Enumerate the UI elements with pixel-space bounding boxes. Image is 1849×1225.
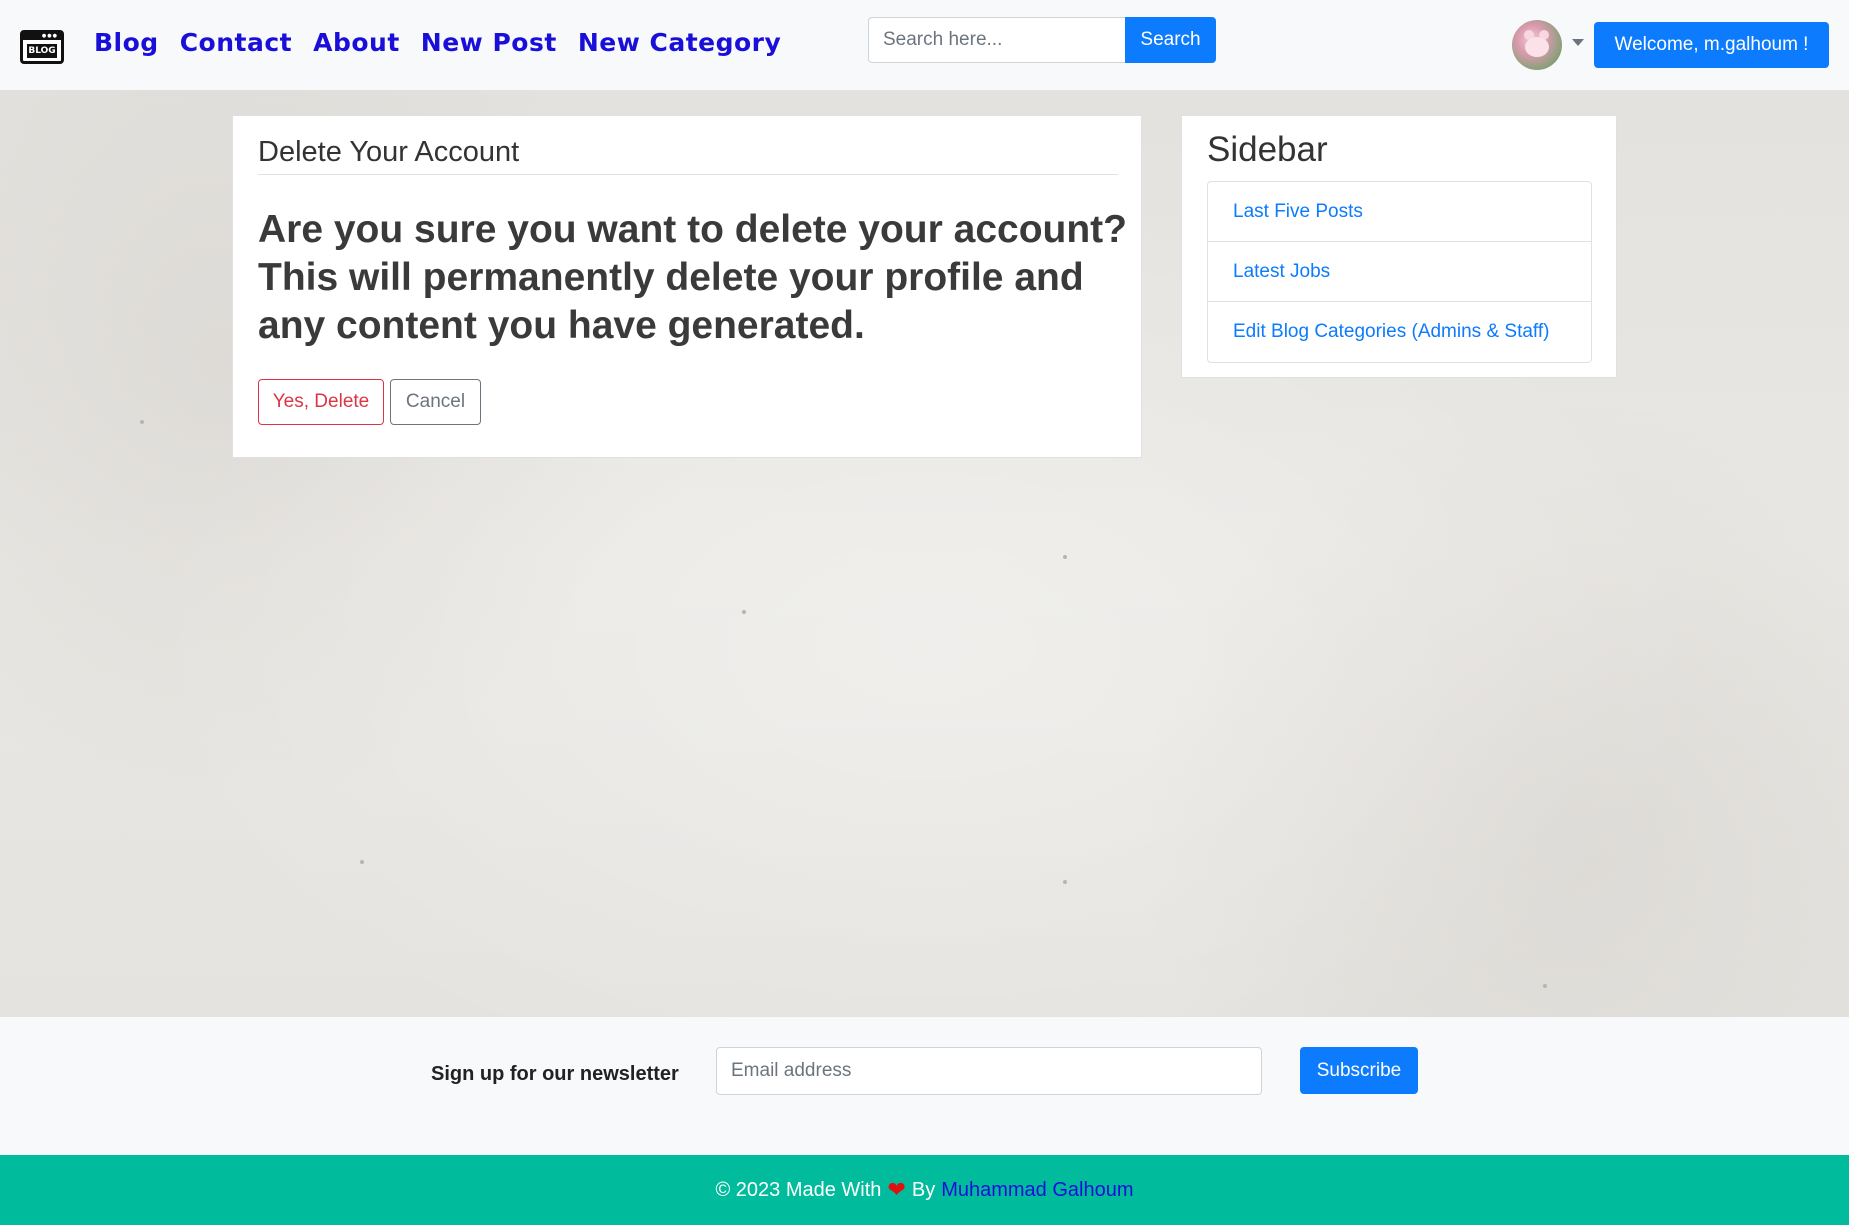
background-speck — [140, 420, 144, 424]
footer-copyright: © 2023 Made With — [715, 1178, 882, 1201]
nav-link-new-post[interactable]: New Post — [421, 28, 557, 57]
logo-titlebar: ●●● — [23, 33, 61, 40]
blog-logo-icon[interactable]: ●●● BLOG — [20, 30, 64, 64]
navbar: ●●● BLOG Blog Contact About New Post New… — [0, 0, 1849, 90]
newsletter-label: Sign up for our newsletter — [431, 1063, 679, 1085]
search-form: Search — [868, 17, 1216, 63]
background-speck — [1063, 880, 1067, 884]
background-speck — [1543, 984, 1547, 988]
sidebar-item-latest-jobs[interactable]: Latest Jobs — [1208, 242, 1591, 302]
avatar-face — [1525, 37, 1549, 57]
chevron-down-icon[interactable] — [1572, 39, 1584, 46]
heart-icon: ❤ — [887, 1177, 906, 1202]
background-speck — [1063, 555, 1067, 559]
nav-link-contact[interactable]: Contact — [180, 28, 292, 57]
avatar[interactable] — [1512, 20, 1562, 70]
page-title: Delete Your Account — [258, 136, 1118, 175]
delete-confirmation-text: Are you sure you want to delete your acc… — [258, 208, 1127, 347]
sidebar-item-edit-blog-categories[interactable]: Edit Blog Categories (Admins & Staff) — [1208, 302, 1591, 362]
footer: © 2023 Made With ❤ By Muhammad Galhoum — [0, 1155, 1849, 1225]
newsletter-section: Sign up for our newsletter Subscribe — [0, 1017, 1849, 1155]
nav-link-new-category[interactable]: New Category — [578, 28, 782, 57]
sidebar-title: Sidebar — [1207, 130, 1328, 169]
sidebar-list: Last Five Posts Latest Jobs Edit Blog Ca… — [1207, 181, 1592, 363]
footer-author-link[interactable]: Muhammad Galhoum — [941, 1179, 1133, 1202]
background-speck — [742, 610, 746, 614]
search-input[interactable] — [868, 17, 1125, 63]
confirm-delete-button[interactable]: Yes, Delete — [258, 379, 384, 425]
footer-by: By — [911, 1178, 936, 1201]
delete-account-card: Delete Your Account Are you sure you wan… — [232, 115, 1142, 458]
background-speck — [360, 860, 364, 864]
nav-links: Blog Contact About New Post New Category — [94, 28, 781, 57]
nav-link-about[interactable]: About — [313, 28, 400, 57]
subscribe-button[interactable]: Subscribe — [1300, 1047, 1418, 1094]
nav-link-blog[interactable]: Blog — [94, 28, 159, 57]
search-button[interactable]: Search — [1125, 17, 1216, 63]
email-field[interactable] — [716, 1047, 1262, 1095]
sidebar-item-last-five-posts[interactable]: Last Five Posts — [1208, 182, 1591, 242]
welcome-user-button[interactable]: Welcome, m.galhoum ! — [1594, 22, 1829, 68]
logo-text: BLOG — [27, 44, 57, 58]
sidebar: Sidebar Last Five Posts Latest Jobs Edit… — [1181, 115, 1617, 378]
cancel-button[interactable]: Cancel — [390, 379, 481, 425]
